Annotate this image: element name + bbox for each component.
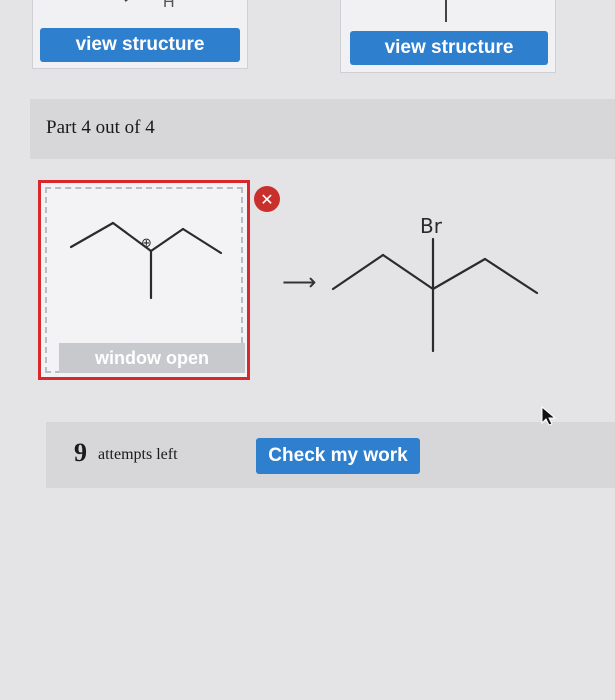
- part-title: Part 4 out of 4: [46, 117, 155, 138]
- reaction-arrow: ⟶: [282, 268, 317, 296]
- bond: [69, 221, 115, 249]
- view-structure-button-right[interactable]: view structure: [350, 31, 548, 65]
- bromine-label: Br: [420, 214, 443, 238]
- bond: [381, 253, 435, 291]
- view-structure-button-left[interactable]: view structure: [40, 28, 240, 62]
- product-structure: Br: [331, 214, 539, 353]
- mouse-pointer-icon: [541, 405, 557, 426]
- bond: [483, 257, 539, 295]
- bond-fragment: [445, 0, 447, 22]
- attempts-label: attempts left: [98, 446, 178, 463]
- bond: [181, 227, 223, 255]
- check-my-work-button[interactable]: Check my work: [256, 438, 420, 474]
- positive-charge-icon: ⊕: [141, 236, 152, 251]
- close-icon[interactable]: ✕: [254, 186, 280, 212]
- drawing-canvas[interactable]: ⊕ window open: [38, 180, 250, 380]
- part-header: Part 4 out of 4: [30, 99, 615, 159]
- atom-label-fragment: H: [163, 0, 175, 11]
- bond: [431, 257, 487, 291]
- attempts-panel: 9 attempts left Check my work: [46, 422, 615, 488]
- structure-card-left: H view structure: [32, 0, 248, 69]
- bond: [331, 253, 385, 291]
- bond-fragment: [124, 0, 138, 2]
- structure-card-right: view structure: [340, 0, 556, 73]
- window-open-label: window open: [59, 343, 245, 373]
- bond: [149, 227, 185, 253]
- attempts-count: 9: [74, 438, 87, 467]
